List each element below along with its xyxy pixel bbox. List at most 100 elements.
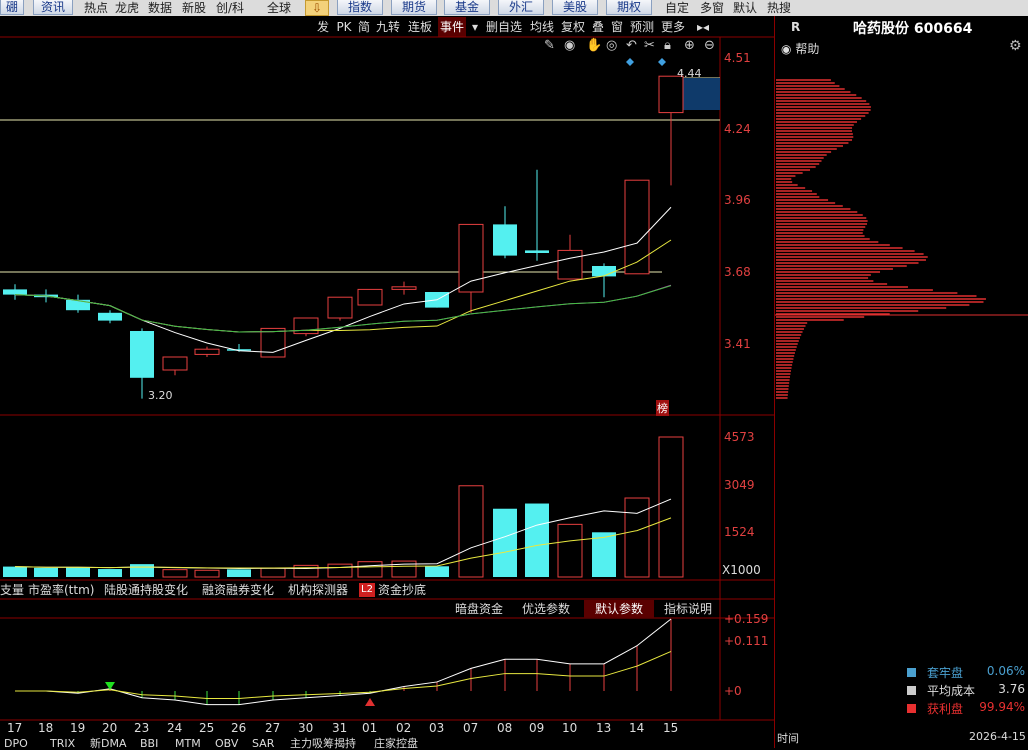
legend-label: 套牢盘: [927, 666, 964, 680]
high-price-tag: 4.44: [677, 67, 702, 80]
volume-bar: [327, 563, 353, 578]
date-tick: 08: [497, 721, 513, 735]
date-tick: 30: [298, 721, 314, 735]
date-tick: 03: [429, 721, 445, 735]
date-tick: 19: [70, 721, 86, 735]
legend-swatch: [907, 686, 916, 695]
volume-bar: [194, 569, 220, 578]
candle-body: [391, 286, 417, 290]
sell-signal-icon: [365, 698, 375, 706]
indicator-tab[interactable]: 市盈率(ttm): [28, 581, 94, 599]
date-tick: 17: [7, 721, 23, 735]
date-tick: 31: [332, 721, 348, 735]
volume-bar: [260, 567, 286, 578]
axis-tick-label: +0: [724, 684, 742, 698]
help-icon: ◉: [781, 42, 792, 56]
candle-body: [98, 312, 122, 321]
help-link[interactable]: ◉ 帮助: [781, 40, 819, 57]
footer-tab[interactable]: BBI: [140, 738, 158, 750]
candle-body: [557, 249, 583, 280]
time-label: 时间: [777, 732, 799, 745]
candle-body: [658, 75, 684, 114]
date-tick: 25: [199, 721, 215, 735]
legend-label: 获利盘: [927, 702, 964, 716]
volume-bar: [34, 567, 58, 577]
candle-body: [194, 348, 220, 355]
volume-bar: [293, 564, 319, 578]
help-label: 帮助: [795, 42, 820, 56]
footer-tab[interactable]: 主力吸筹揭持: [290, 738, 356, 750]
right-panel: R 哈药股份 600664 ◉ 帮助 ⚙ 套牢盘 0.06% 平均成本 3.76 获利盘…: [774, 16, 1028, 748]
footer-tab[interactable]: 新DMA: [90, 738, 127, 750]
footer-tab[interactable]: MTM: [175, 738, 201, 750]
stock-name-code: 哈药股份 600664: [853, 21, 973, 37]
date-tick: 24: [167, 721, 183, 735]
macd-axis: +0.159 +0.111 +0: [720, 0, 774, 720]
event-marker-icon: [626, 58, 634, 66]
param-tab[interactable]: 默认参数: [584, 600, 654, 618]
date-tick: 02: [396, 721, 412, 735]
volume-bar: [357, 561, 383, 578]
list-badge[interactable]: 榜: [656, 400, 669, 416]
candle-body: [458, 223, 484, 293]
settings-icon[interactable]: ⚙: [1009, 38, 1022, 54]
volume-bar: [66, 567, 90, 577]
candle-body: [592, 266, 616, 277]
candle-body: [162, 356, 188, 371]
footer-tab[interactable]: DPO: [4, 738, 28, 750]
legend-value: 0.06%: [986, 664, 1025, 678]
volume-bar: [458, 485, 484, 578]
indicator-tab[interactable]: 陆股通持股变化: [104, 581, 188, 599]
date-tick: 10: [562, 721, 578, 735]
indicator-tab[interactable]: 资金抄底: [378, 581, 426, 599]
date-tick: 07: [463, 721, 479, 735]
candle-body: [525, 250, 549, 253]
footer-tab[interactable]: SAR: [252, 738, 274, 750]
volume-bar: [130, 564, 154, 577]
date-tick: 09: [529, 721, 545, 735]
volume-bar: [658, 436, 684, 578]
candle-body: [66, 299, 90, 311]
param-tab[interactable]: 暗盘资金: [449, 600, 509, 618]
date-tick: 15: [663, 721, 679, 735]
legend-value: 99.94%: [979, 700, 1025, 714]
date-tick: 27: [265, 721, 281, 735]
volume-bar: [592, 532, 616, 577]
date-tick: 01: [362, 721, 378, 735]
indicator-tab[interactable]: 融资融券变化: [202, 581, 274, 599]
param-tab[interactable]: 优选参数: [514, 600, 578, 618]
candle-body: [293, 317, 319, 335]
volume-bar: [493, 508, 517, 577]
macd-dif-line: [15, 618, 672, 706]
volume-bar: [425, 566, 449, 577]
volume-bar: [525, 503, 549, 577]
volume-bar: [227, 569, 251, 577]
footer-tab[interactable]: TRIX: [50, 738, 75, 750]
date-tick: 23: [134, 721, 150, 735]
footer-tab[interactable]: OBV: [215, 738, 238, 750]
legend-swatch: [907, 668, 916, 677]
candle-body: [3, 289, 27, 295]
volume-bar: [3, 566, 27, 577]
volume-bar: [98, 569, 122, 577]
r-label: R: [791, 20, 801, 34]
axis-tick-label: +0.111: [724, 634, 769, 648]
low-price-tag: 3.20: [148, 389, 173, 402]
legend-label: 平均成本: [927, 684, 976, 698]
date-tick: 13: [596, 721, 612, 735]
date-tick: 26: [231, 721, 247, 735]
date-tick: 18: [38, 721, 54, 735]
chip-date: 2026-4-15: [969, 730, 1026, 743]
candle-body: [493, 224, 517, 256]
footer-tab[interactable]: 庄家控盘: [374, 738, 418, 750]
date-tick: 20: [102, 721, 118, 735]
l2-badge: L2: [359, 583, 375, 597]
param-tab[interactable]: 指标说明: [657, 600, 719, 618]
event-marker-icon: [658, 58, 666, 66]
legend-swatch: [907, 704, 916, 713]
candle-body: [327, 296, 353, 319]
indicator-tab[interactable]: 支量: [0, 581, 24, 599]
indicator-tab[interactable]: 机构探测器: [288, 581, 348, 599]
candle-body: [357, 288, 383, 306]
legend-value: 3.76: [998, 682, 1025, 696]
